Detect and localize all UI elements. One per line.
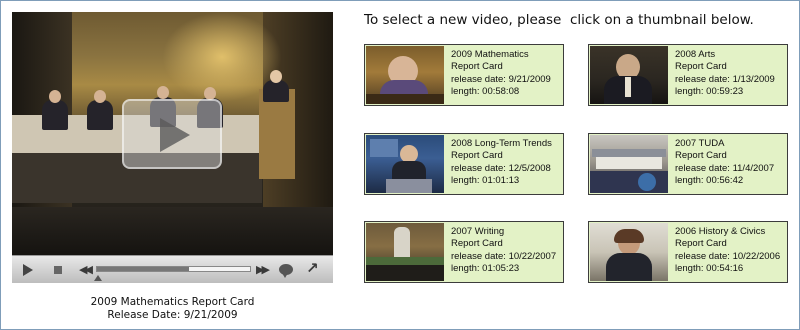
thumbnail-release-date: release date: 12/5/2008 bbox=[451, 162, 551, 174]
thumbnail-info: 2009 Mathematics Report Card release dat… bbox=[451, 49, 563, 99]
thumbnail-info: 2007 Writing Report Card release date: 1… bbox=[451, 226, 563, 276]
thumbnail-title: 2008 Long-Term Trends bbox=[451, 138, 552, 149]
thumbnail-info: 2006 History & Civics Report Card releas… bbox=[675, 226, 787, 276]
video-scene-head bbox=[94, 90, 106, 103]
video-thumbnail[interactable]: 2008 Long-Term Trends Report Card releas… bbox=[364, 133, 564, 195]
thumbnail-subtitle: Report Card bbox=[451, 61, 503, 73]
video-thumbnail[interactable]: 2006 History & Civics Report Card releas… bbox=[588, 221, 788, 283]
seek-bar[interactable] bbox=[96, 266, 251, 272]
thumbnail-info: 2007 TUDA Report Card release date: 11/4… bbox=[675, 138, 787, 188]
thumbnail-subtitle: Report Card bbox=[675, 238, 727, 250]
now-playing-caption: 2009 Mathematics Report Card Release Dat… bbox=[12, 296, 333, 322]
player-controls: ◀◀ ▶▶ ↗ bbox=[12, 255, 333, 283]
video-scene-person bbox=[42, 100, 68, 130]
seek-bar-fill bbox=[97, 267, 189, 271]
thumbnail-title: 2007 TUDA bbox=[675, 138, 725, 149]
stop-icon[interactable] bbox=[54, 266, 62, 274]
thumbnail-image bbox=[590, 135, 668, 193]
now-playing-title: 2009 Mathematics Report Card bbox=[90, 296, 255, 308]
video-thumbnail[interactable]: 2007 Writing Report Card release date: 1… bbox=[364, 221, 564, 283]
now-playing-release-date: Release Date: 9/21/2009 bbox=[107, 309, 238, 321]
thumbnail-release-date: release date: 10/22/2007 bbox=[451, 250, 557, 262]
video-scene-podium bbox=[259, 89, 295, 179]
video-scene-person bbox=[87, 100, 113, 130]
thumbnail-length: length: 00:54:16 bbox=[675, 263, 744, 275]
thumbnail-title: 2006 History & Civics bbox=[675, 226, 766, 237]
thumbnail-title: 2007 Writing bbox=[451, 226, 505, 237]
thumbnail-image bbox=[366, 46, 444, 104]
rewind-icon[interactable]: ◀◀ bbox=[79, 262, 93, 278]
video-thumbnail[interactable]: 2007 TUDA Report Card release date: 11/4… bbox=[588, 133, 788, 195]
video-gallery-frame: ◀◀ ▶▶ ↗ 2009 Mathematics Report Card Rel… bbox=[0, 0, 800, 330]
video-frame[interactable] bbox=[12, 12, 333, 255]
thumbnail-release-date: release date: 10/22/2006 bbox=[675, 250, 781, 262]
video-scene-speaker-head bbox=[270, 70, 282, 83]
thumbnail-info: 2008 Long-Term Trends Report Card releas… bbox=[451, 138, 563, 188]
thumbnail-info: 2008 Arts Report Card release date: 1/13… bbox=[675, 49, 787, 99]
video-player[interactable]: ◀◀ ▶▶ ↗ bbox=[12, 12, 333, 283]
thumbnail-subtitle: Report Card bbox=[451, 150, 503, 162]
thumbnail-title: 2009 Mathematics bbox=[451, 49, 529, 60]
video-scene-head bbox=[157, 86, 169, 99]
thumbnail-release-date: release date: 9/21/2009 bbox=[451, 73, 551, 85]
thumbnail-length: length: 00:58:08 bbox=[451, 86, 520, 98]
thumbnail-subtitle: Report Card bbox=[675, 61, 727, 73]
seek-handle[interactable] bbox=[94, 275, 102, 281]
thumbnail-release-date: release date: 11/4/2007 bbox=[675, 162, 775, 174]
thumbnail-title: 2008 Arts bbox=[675, 49, 716, 60]
thumbnail-image bbox=[366, 135, 444, 193]
thumbnail-subtitle: Report Card bbox=[451, 238, 503, 250]
instruction-text: To select a new video, please click on a… bbox=[364, 12, 754, 28]
big-play-button[interactable] bbox=[122, 99, 222, 169]
thumbnail-length: length: 01:01:13 bbox=[451, 175, 520, 187]
fast-forward-icon[interactable]: ▶▶ bbox=[256, 262, 270, 278]
thumbnail-length: length: 00:56:42 bbox=[675, 175, 744, 187]
play-icon bbox=[160, 118, 190, 152]
thumbnail-image bbox=[366, 223, 444, 281]
thumbnail-release-date: release date: 1/13/2009 bbox=[675, 73, 775, 85]
thumbnail-length: length: 00:59:23 bbox=[675, 86, 744, 98]
thumbnail-image bbox=[590, 223, 668, 281]
video-thumbnail[interactable]: 2009 Mathematics Report Card release dat… bbox=[364, 44, 564, 106]
video-scene-speaker bbox=[263, 80, 289, 102]
thumbnail-image bbox=[590, 46, 668, 104]
thumbnail-length: length: 01:05:23 bbox=[451, 263, 520, 275]
expand-icon[interactable]: ↗ bbox=[306, 260, 319, 276]
video-scene-audience bbox=[12, 207, 333, 255]
thumbnail-subtitle: Report Card bbox=[675, 150, 727, 162]
play-icon[interactable] bbox=[23, 264, 33, 276]
video-thumbnail[interactable]: 2008 Arts Report Card release date: 1/13… bbox=[588, 44, 788, 106]
video-scene-head bbox=[49, 90, 61, 103]
captions-icon[interactable] bbox=[279, 264, 293, 278]
